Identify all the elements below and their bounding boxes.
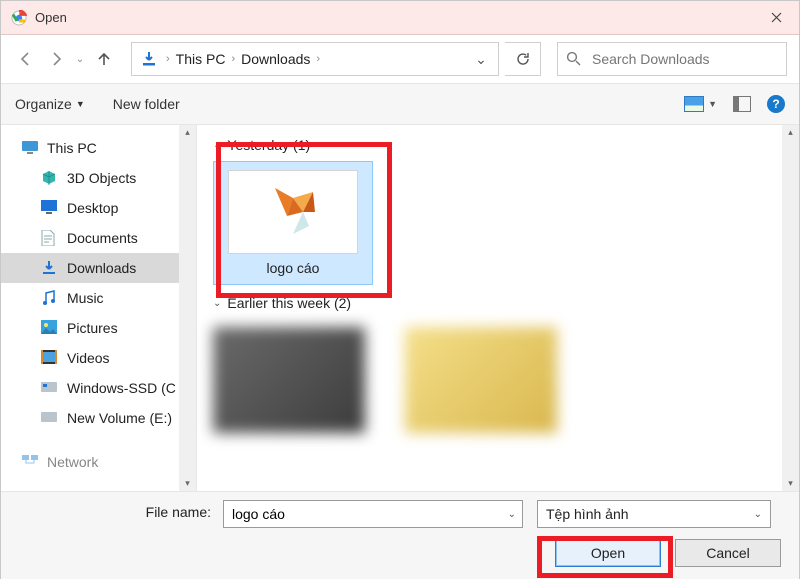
drive-icon	[41, 380, 59, 396]
tree-label: Documents	[67, 230, 138, 246]
tree-label: Windows-SSD (C	[67, 380, 176, 396]
tree-label: Videos	[67, 350, 110, 366]
crumb-this-pc[interactable]: This PC	[172, 51, 230, 67]
organize-label: Organize	[15, 96, 72, 112]
nav-arrows: ⌄	[13, 46, 117, 72]
file-thumbnail	[228, 170, 358, 254]
search-input[interactable]	[590, 50, 778, 68]
dialog-body: This PC 3D Objects Desktop Documents Dow…	[1, 125, 799, 491]
tree-label: Music	[67, 290, 104, 306]
tree-this-pc[interactable]: This PC	[1, 133, 196, 163]
forward-button[interactable]	[43, 46, 69, 72]
tree-3d-objects[interactable]: 3D Objects	[1, 163, 196, 193]
tree-label: Pictures	[67, 320, 118, 336]
drive-icon	[41, 410, 59, 426]
nav-row: ⌄ › This PC › Downloads › ⌄	[1, 35, 799, 83]
open-file-dialog: Open ⌄ › This PC › Downloads › ⌄	[0, 0, 800, 579]
help-icon[interactable]: ?	[767, 95, 785, 113]
recent-dropdown[interactable]: ⌄	[73, 46, 87, 72]
tree-network[interactable]: Network	[1, 447, 196, 477]
tree-new-volume[interactable]: New Volume (E:)	[1, 403, 196, 433]
tree-pictures[interactable]: Pictures	[1, 313, 196, 343]
close-button[interactable]	[753, 1, 799, 35]
sidebar-tree: This PC 3D Objects Desktop Documents Dow…	[1, 125, 197, 491]
titlebar: Open	[1, 1, 799, 35]
new-folder-button[interactable]: New folder	[113, 96, 180, 112]
music-icon	[41, 290, 59, 306]
tree-videos[interactable]: Videos	[1, 343, 196, 373]
address-dropdown[interactable]: ⌄	[468, 51, 494, 68]
file-item-blurred[interactable]	[213, 327, 365, 433]
chrome-icon	[11, 10, 27, 26]
tree-label: Downloads	[67, 260, 136, 276]
network-icon	[21, 454, 39, 470]
chevron-right-icon: ›	[314, 53, 322, 65]
filename-label: File name:	[127, 504, 211, 520]
toolbar: Organize ▼ New folder ▼ ?	[1, 83, 799, 125]
group-label: Earlier this week (2)	[227, 295, 351, 311]
fox-icon	[263, 182, 323, 242]
tree-desktop[interactable]: Desktop	[1, 193, 196, 223]
filename-input-wrap[interactable]: ⌄	[223, 500, 523, 528]
tree-label: This PC	[47, 140, 97, 156]
chevron-down-icon: ⌄	[754, 509, 762, 520]
refresh-button[interactable]	[505, 42, 541, 76]
group-header-earlier[interactable]: ⌄ Earlier this week (2)	[213, 295, 783, 311]
chevron-down-icon: ▼	[76, 99, 85, 109]
chevron-right-icon: ›	[229, 53, 237, 65]
file-item-blurred[interactable]	[405, 327, 557, 433]
chevron-down-icon: ⌄	[213, 140, 221, 151]
group-label: Yesterday (1)	[227, 137, 310, 153]
download-folder-icon	[140, 50, 158, 68]
organize-menu[interactable]: Organize ▼	[15, 96, 85, 112]
chevron-down-icon: ⌄	[213, 298, 221, 309]
up-button[interactable]	[91, 46, 117, 72]
back-button[interactable]	[13, 46, 39, 72]
tree-music[interactable]: Music	[1, 283, 196, 313]
cube-icon	[41, 170, 59, 186]
chevron-right-icon: ›	[164, 53, 172, 65]
tree-windows-ssd[interactable]: Windows-SSD (C	[1, 373, 196, 403]
crumb-downloads[interactable]: Downloads	[237, 51, 314, 67]
open-button[interactable]: Open	[555, 539, 661, 567]
view-mode-button[interactable]: ▼	[684, 96, 717, 112]
filetype-select[interactable]: Tệp hình ảnh ⌄	[537, 500, 771, 528]
cancel-button[interactable]: Cancel	[675, 539, 781, 567]
tree-label: 3D Objects	[67, 170, 136, 186]
file-label: logo cáo	[267, 260, 320, 276]
preview-pane-button[interactable]	[733, 96, 751, 112]
window-title: Open	[35, 10, 67, 25]
desktop-icon	[41, 200, 59, 216]
tree-label: Desktop	[67, 200, 118, 216]
chevron-down-icon[interactable]: ⌄	[508, 509, 516, 520]
picture-icon	[41, 320, 59, 336]
search-icon	[566, 51, 582, 67]
group-header-yesterday[interactable]: ⌄ Yesterday (1)	[213, 137, 783, 153]
file-item-logo-cao[interactable]: logo cáo	[213, 161, 373, 285]
filetype-value: Tệp hình ảnh	[546, 506, 629, 522]
search-box[interactable]	[557, 42, 787, 76]
address-bar[interactable]: › This PC › Downloads › ⌄	[131, 42, 499, 76]
file-list: ⌄ Yesterday (1) logo cáo ⌄	[197, 125, 799, 491]
tree-documents[interactable]: Documents	[1, 223, 196, 253]
document-icon	[41, 230, 59, 246]
monitor-icon	[21, 140, 39, 156]
tree-label: New Volume (E:)	[67, 410, 172, 426]
content-scrollbar[interactable]: ▴▾	[782, 125, 799, 491]
filename-input[interactable]	[230, 505, 508, 523]
dialog-footer: File name: ⌄ Tệp hình ảnh ⌄ Open Cancel	[1, 491, 799, 579]
tree-label: Network	[47, 454, 98, 470]
download-icon	[41, 260, 59, 276]
video-icon	[41, 350, 59, 366]
tree-downloads[interactable]: Downloads	[1, 253, 196, 283]
sidebar-scrollbar[interactable]: ▴▾	[179, 125, 196, 491]
